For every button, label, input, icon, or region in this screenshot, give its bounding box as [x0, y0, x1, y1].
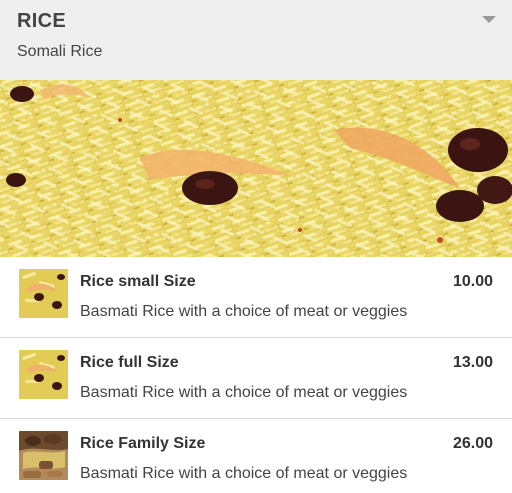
- menu-item-name: Rice full Size: [80, 354, 179, 371]
- menu-item-price: 26.00: [452, 435, 493, 452]
- rice-thumbnail: [19, 350, 68, 399]
- menu-item-list: Rice small Size 10.00 Basmati Rice with …: [0, 257, 512, 493]
- menu-item-rice-small[interactable]: Rice small Size 10.00 Basmati Rice with …: [0, 257, 512, 338]
- caret-down-icon[interactable]: [482, 16, 496, 23]
- menu-item-rice-full[interactable]: Rice full Size 13.00 Basmati Rice with a…: [0, 338, 512, 419]
- category-title: RICE: [17, 10, 66, 32]
- menu-item-description: Basmati Rice with a choice of meat or ve…: [80, 303, 408, 320]
- category-subtitle: Somali Rice: [17, 43, 103, 60]
- menu-item-description: Basmati Rice with a choice of meat or ve…: [80, 384, 408, 401]
- rice-thumbnail: [19, 269, 68, 318]
- menu-item-name: Rice small Size: [80, 273, 196, 290]
- menu-item-description: Basmati Rice with a choice of meat or ve…: [80, 465, 408, 482]
- menu-item-rice-family[interactable]: Rice Family Size 26.00 Basmati Rice with…: [0, 419, 512, 493]
- menu-item-price: 13.00: [452, 354, 493, 371]
- menu-item-name: Rice Family Size: [80, 435, 206, 452]
- menu-item-price: 10.00: [452, 273, 493, 290]
- rice-meat-thumbnail: [19, 431, 68, 480]
- rice-dish-photo: [0, 80, 512, 257]
- category-header[interactable]: RICE Somali Rice: [0, 0, 512, 80]
